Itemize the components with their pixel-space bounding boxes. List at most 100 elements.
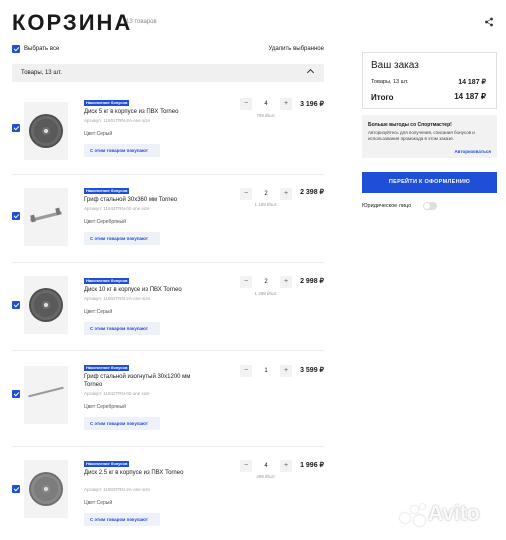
increase-button[interactable]: + <box>280 98 292 110</box>
quantity-value[interactable]: 2 <box>252 276 280 288</box>
decrease-button[interactable]: − <box>240 460 252 472</box>
quantity-value[interactable]: 1 <box>252 365 280 377</box>
item-price: 3 196 ₽ <box>300 101 324 108</box>
quantity-value[interactable]: 2 <box>252 188 280 200</box>
cart-item: Накопление бонусов Диск 10 кг в корпусе … <box>12 274 324 350</box>
product-image[interactable] <box>24 276 68 334</box>
item-checkbox[interactable] <box>12 124 20 132</box>
item-price: 2 398 ₽ <box>300 189 324 196</box>
login-link[interactable]: Авторизоваться <box>454 149 491 154</box>
item-checkbox[interactable] <box>12 390 20 398</box>
login-promo: Больше выгоды со Спортмастер! Авторизуйт… <box>362 115 497 158</box>
product-color: Цвет:Серый <box>84 500 113 506</box>
quantity-value[interactable]: 4 <box>252 98 280 110</box>
item-checkbox[interactable] <box>12 301 20 309</box>
items-group-header[interactable]: Товары, 13 шт. <box>12 64 324 82</box>
increase-button[interactable]: + <box>280 276 292 288</box>
product-image[interactable] <box>24 102 68 160</box>
product-color: Цвет:Серый <box>84 309 113 315</box>
cart-item: Накопление бонусов Диск 2.5 кг в корпусе… <box>12 458 324 534</box>
legal-entity-label: Юридическое лицо <box>362 203 412 209</box>
curl-bar-image <box>28 386 64 398</box>
product-article: Артикул: 11842TRN-02-one size <box>84 391 150 396</box>
item-divider <box>12 262 324 263</box>
legal-entity-toggle[interactable] <box>423 202 437 210</box>
product-name[interactable]: Диск 10 кг в корпусе из ПВХ Torneo <box>84 286 204 294</box>
cart-item: Накопление бонусов Гриф стальной изогнут… <box>12 362 324 438</box>
quantity-value[interactable]: 4 <box>252 460 280 472</box>
order-items-label: Товары, 13 шт. <box>371 79 409 85</box>
avito-logo-icon <box>400 504 426 526</box>
product-name[interactable]: Диск 2.5 кг в корпусе из ПВХ Torneo <box>84 469 204 477</box>
quantity-stepper: − 4 + <box>240 98 292 110</box>
increase-button[interactable]: + <box>280 188 292 200</box>
order-summary: Ваш заказ Товары, 13 шт. 14 187 ₽ Итого … <box>362 52 497 109</box>
product-color: Цвет:Серый <box>84 131 113 137</box>
increase-button[interactable]: + <box>280 460 292 472</box>
item-price: 3 599 ₽ <box>300 367 324 374</box>
select-bar: Выбрать все Удалить выбранное <box>12 44 324 56</box>
product-image[interactable] <box>24 460 68 518</box>
promo-title: Больше выгоды со Спортмастер! <box>368 122 452 128</box>
select-all-checkbox[interactable] <box>12 45 20 53</box>
buy-together-button[interactable]: С этим товаром покупают <box>84 232 160 245</box>
order-items-value: 14 187 ₽ <box>458 79 486 86</box>
checkout-button[interactable]: ПЕРЕЙТИ К ОФОРМЛЕНИЮ <box>362 172 497 193</box>
delete-selected-link[interactable]: Удалить выбранное <box>269 46 325 52</box>
order-heading: Ваш заказ <box>371 60 419 71</box>
bonus-badge: Накопление бонусов <box>84 278 130 284</box>
unit-price: 799 ₽/шт. <box>256 113 276 118</box>
buy-together-button[interactable]: С этим товаром покупают <box>84 322 160 335</box>
product-image[interactable] <box>24 188 68 246</box>
barbell-collar <box>55 207 61 216</box>
avito-watermark: Avito <box>400 500 496 530</box>
buy-together-button[interactable]: С этим товаром покупают <box>84 144 160 157</box>
item-divider <box>12 174 324 175</box>
watermark-text: Avito <box>428 502 480 525</box>
product-image[interactable] <box>24 366 68 424</box>
bonus-badge: Накопление бонусов <box>84 461 130 467</box>
cart-item: Накопление бонусов Гриф стальной 30х360 … <box>12 184 324 260</box>
buy-together-button[interactable]: С этим товаром покупают <box>84 513 160 526</box>
item-checkbox[interactable] <box>12 212 20 220</box>
product-name[interactable]: Гриф стальной 30х360 мм Torneo <box>84 196 204 204</box>
unit-price: 499 ₽/шт. <box>256 474 276 479</box>
quantity-stepper: − 4 + <box>240 460 292 472</box>
barbell-collar <box>30 214 36 223</box>
item-divider <box>12 350 324 351</box>
order-total-value: 14 187 ₽ <box>454 92 486 101</box>
increase-button[interactable]: + <box>280 365 292 377</box>
item-checkbox[interactable] <box>12 485 20 493</box>
chevron-up-icon[interactable] <box>306 68 315 77</box>
buy-together-button[interactable]: С этим товаром покупают <box>84 417 160 430</box>
product-name[interactable]: Диск 5 кг в корпусе из ПВХ Torneo <box>84 108 204 116</box>
promo-description: Авторизуйтесь для получения, списания бо… <box>368 130 475 141</box>
product-article: Артикул: 11843TRN-02-one size <box>84 206 150 211</box>
unit-price: 1 199 ₽/шт. <box>254 202 278 207</box>
item-divider <box>12 446 324 447</box>
product-color: Цвет:Серебряный <box>84 404 126 410</box>
product-article: Артикул: 11902TRN-2A-one size <box>84 296 150 301</box>
decrease-button[interactable]: − <box>240 98 252 110</box>
quantity-stepper: − 2 + <box>240 276 292 288</box>
weight-disk-image <box>29 114 63 148</box>
decrease-button[interactable]: − <box>240 365 252 377</box>
decrease-button[interactable]: − <box>240 276 252 288</box>
decrease-button[interactable]: − <box>240 188 252 200</box>
legal-entity-row: Юридическое лицо <box>362 201 462 211</box>
order-total-label: Итого <box>371 93 394 102</box>
bonus-badge: Накопление бонусов <box>84 188 130 194</box>
bonus-badge: Накопление бонусов <box>84 100 130 106</box>
item-price: 1 996 ₽ <box>300 462 324 469</box>
group-label: Товары, 13 шт. <box>21 70 62 76</box>
product-color: Цвет:Серебряный <box>84 219 126 225</box>
item-price: 2 998 ₽ <box>300 278 324 285</box>
product-article: Артикул: 11903TRN-2A-one size <box>84 487 150 492</box>
product-name[interactable]: Гриф стальной изогнутый 30х1200 мм Torne… <box>84 373 204 389</box>
quantity-stepper: − 2 + <box>240 188 292 200</box>
select-all-label[interactable]: Выбрать все <box>24 46 59 52</box>
quantity-stepper: − 1 + <box>240 365 292 377</box>
cart-item: Накопление бонусов Диск 5 кг в корпусе и… <box>12 98 324 174</box>
share-icon[interactable] <box>484 17 494 27</box>
page-title: КОРЗИНА <box>12 10 133 35</box>
